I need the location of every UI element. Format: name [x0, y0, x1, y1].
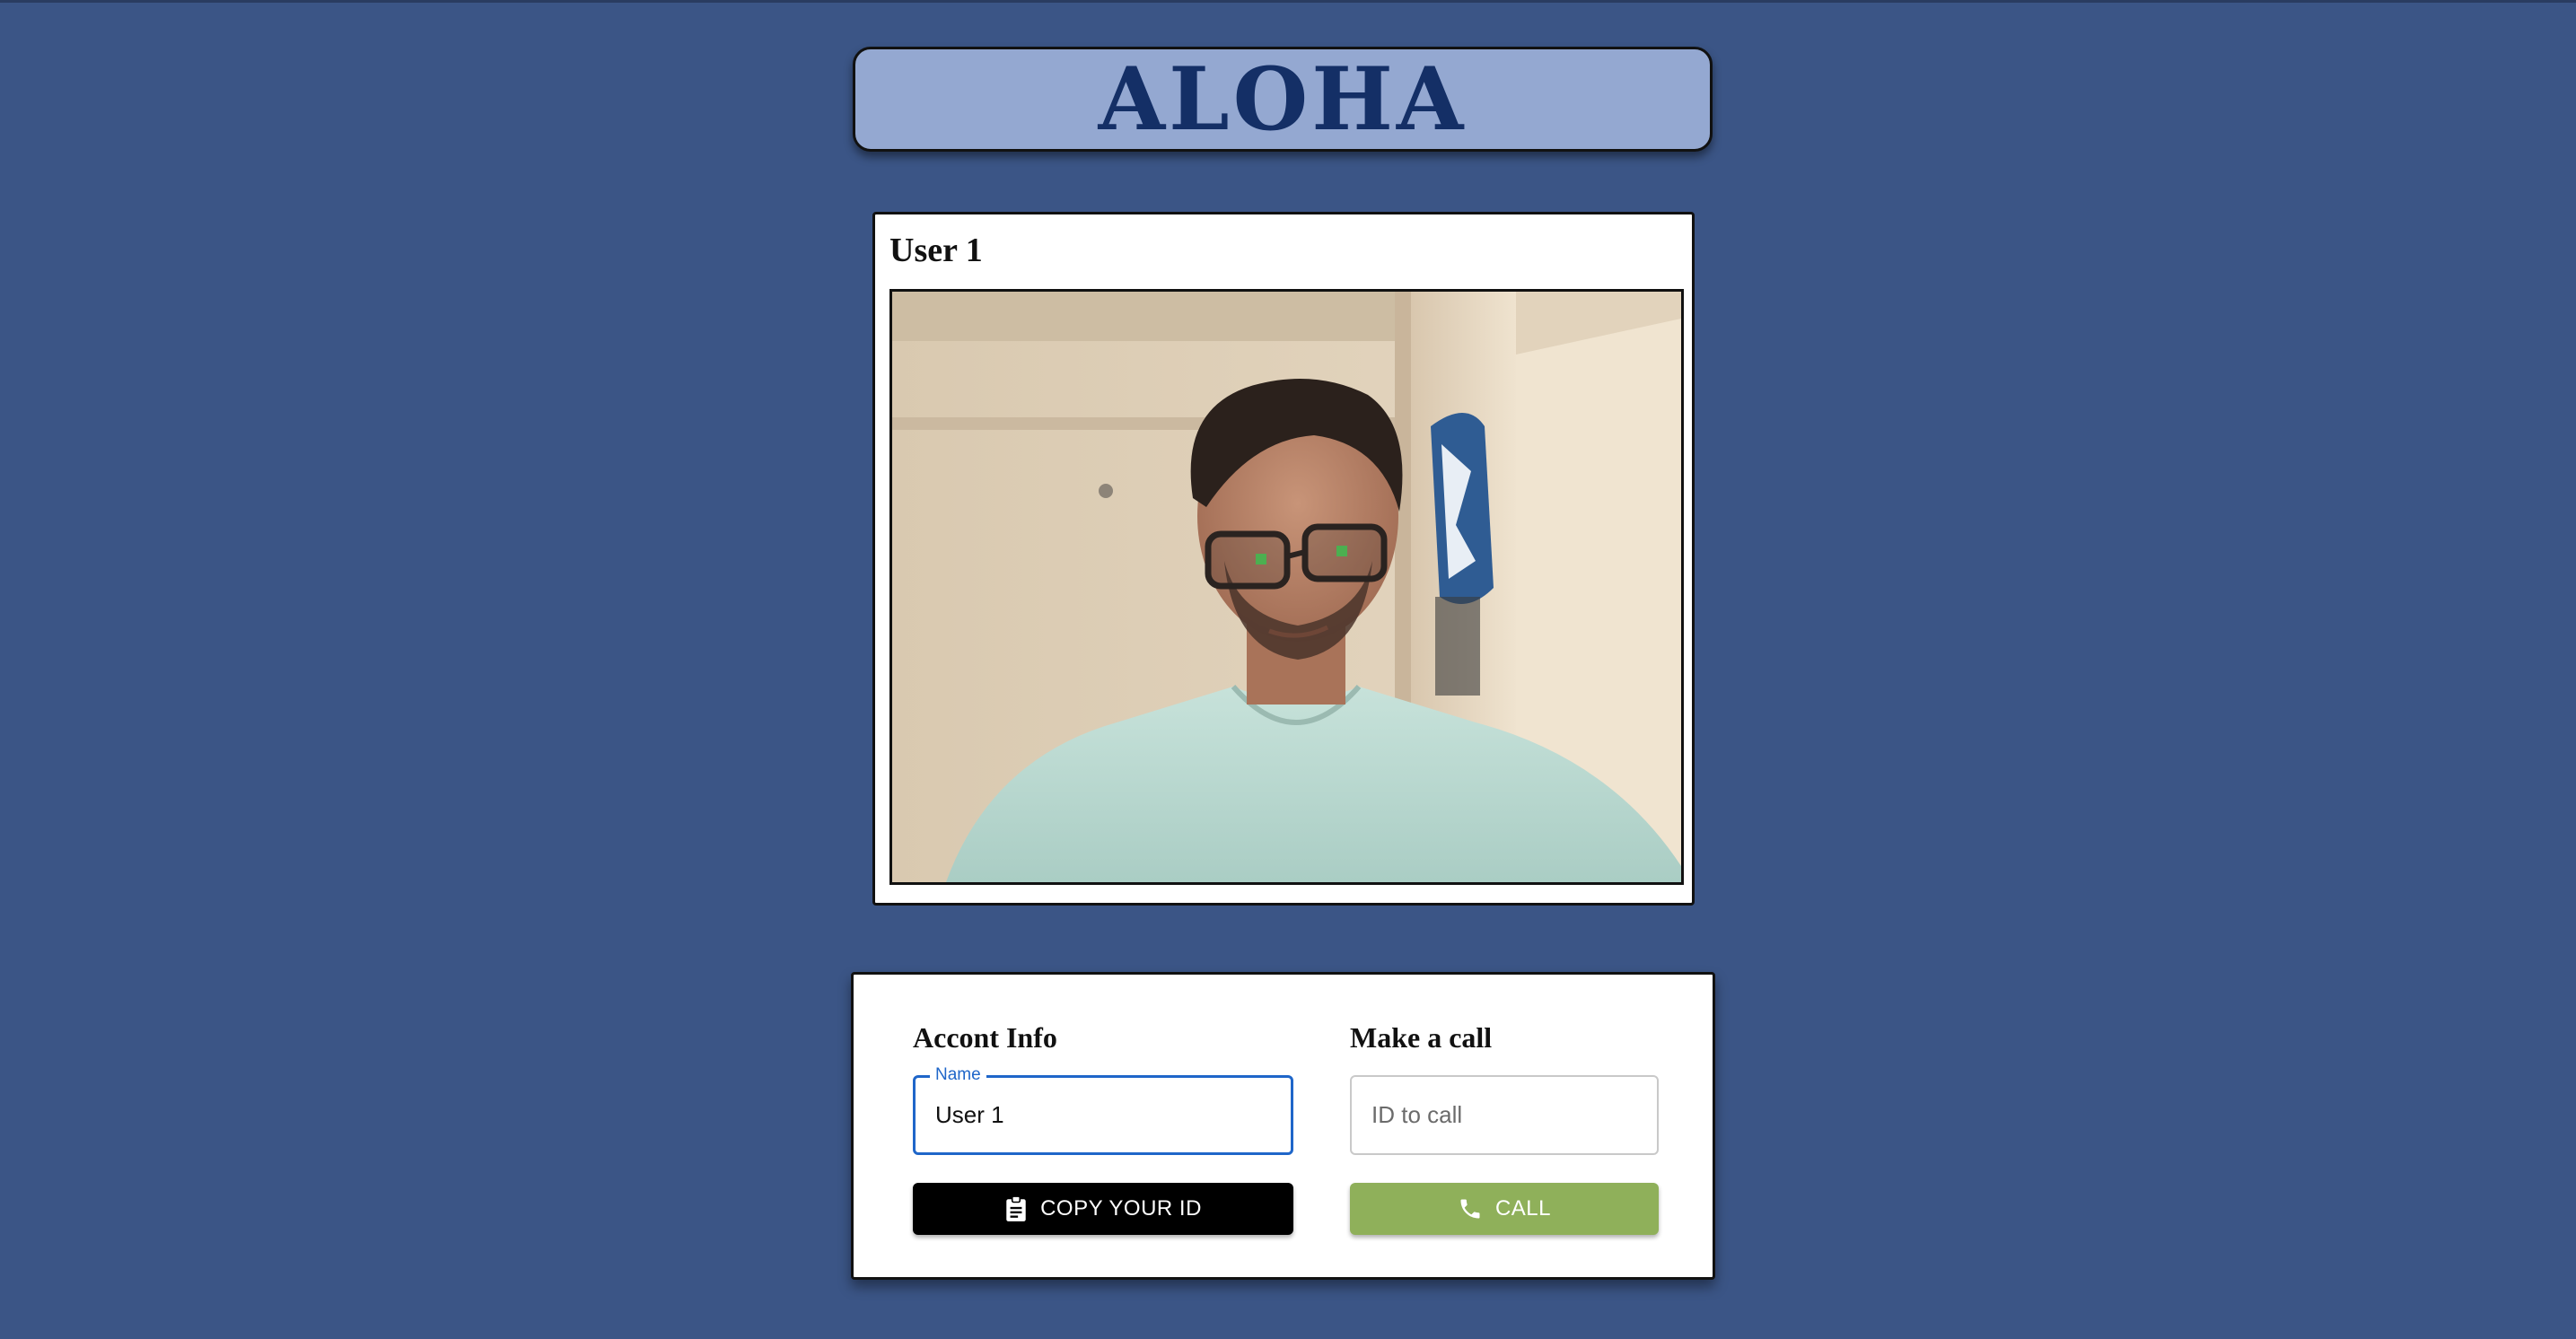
app-header: ALOHA — [853, 47, 1713, 152]
id-to-call-field[interactable] — [1350, 1075, 1659, 1155]
make-call-heading: Make a call — [1350, 1021, 1493, 1054]
local-video-stream — [889, 289, 1684, 885]
app-title: ALOHA — [1098, 48, 1468, 150]
account-info-heading: Accont Info — [913, 1021, 1057, 1054]
name-input[interactable] — [935, 1078, 1275, 1152]
name-field[interactable]: Name — [913, 1066, 1293, 1155]
webcam-feed-image — [892, 292, 1681, 882]
video-user-name: User 1 — [889, 232, 983, 269]
video-card: User 1 — [872, 212, 1695, 906]
control-panel: Accont Info Make a call Name COPY YOUR I… — [851, 972, 1715, 1280]
phone-icon — [1458, 1196, 1483, 1221]
window-top-edge — [0, 0, 2576, 3]
call-label: CALL — [1494, 1196, 1552, 1221]
call-button[interactable]: CALL — [1350, 1183, 1659, 1235]
copy-id-label: COPY YOUR ID — [1040, 1196, 1202, 1221]
id-to-call-input[interactable] — [1371, 1077, 1641, 1153]
clipboard-icon — [1004, 1195, 1028, 1222]
copy-id-button[interactable]: COPY YOUR ID — [913, 1183, 1293, 1235]
